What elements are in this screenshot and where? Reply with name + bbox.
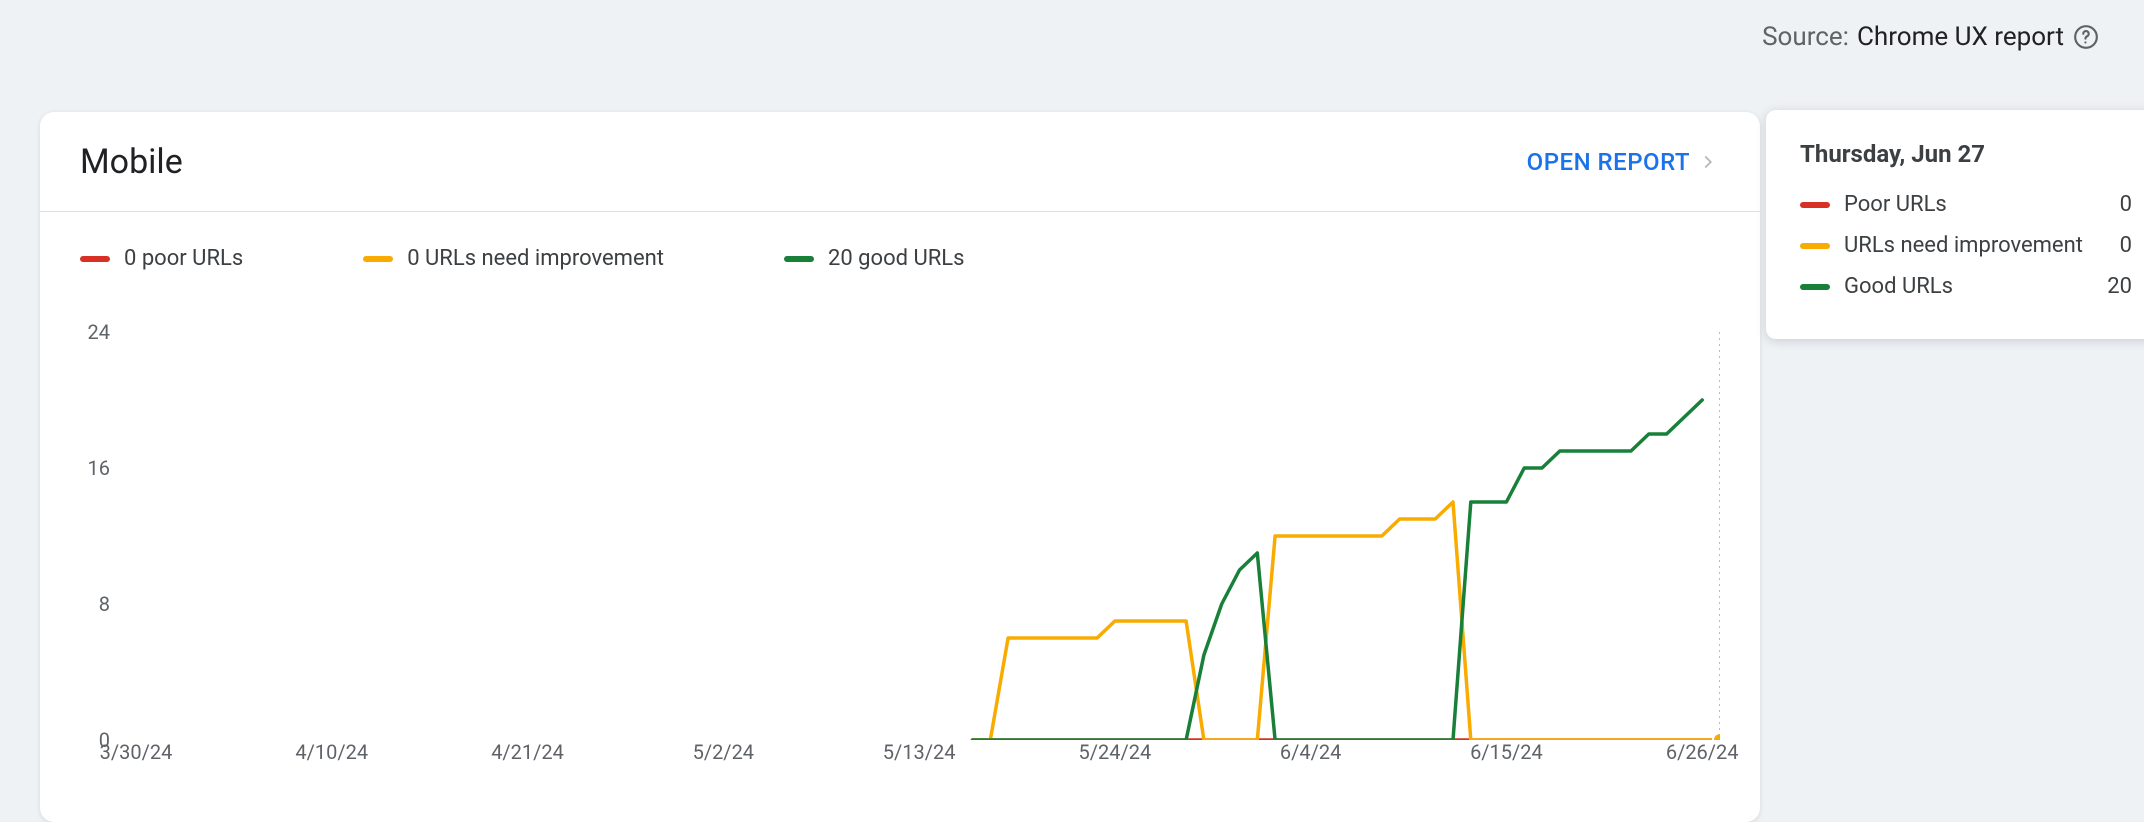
x-tick-label: 6/15/24: [1470, 740, 1543, 764]
tooltip-value-need: 0: [2120, 233, 2132, 258]
legend-label-good: 20 good URLs: [828, 246, 965, 271]
mobile-card: Mobile OPEN REPORT 0 poor URLs 0 URLs ne…: [40, 112, 1760, 822]
tooltip-swatch-good: [1800, 284, 1830, 290]
chart-plot-area[interactable]: 081624 3/30/244/10/244/21/245/2/245/13/2…: [80, 332, 1720, 786]
tooltip-swatch-poor: [1800, 202, 1830, 208]
tooltip-value-good: 20: [2107, 274, 2132, 299]
legend-swatch-poor: [80, 256, 110, 262]
x-axis: 3/30/244/10/244/21/245/2/245/13/245/24/2…: [136, 740, 1720, 786]
tooltip-row-poor: Poor URLs 0: [1800, 192, 2132, 217]
source-label: Source:: [1762, 22, 1849, 52]
tooltip-row-good: Good URLs 20: [1800, 274, 2132, 299]
y-tick-label: 8: [70, 592, 110, 616]
y-tick-label: 16: [70, 456, 110, 480]
open-report-label: OPEN REPORT: [1527, 148, 1690, 176]
legend-swatch-good: [784, 256, 814, 262]
chart-legend: 0 poor URLs 0 URLs need improvement 20 g…: [40, 212, 1760, 271]
chart-svg: [136, 332, 1720, 740]
tooltip-swatch-need: [1800, 243, 1830, 249]
help-icon[interactable]: [2072, 23, 2100, 51]
x-tick-label: 5/24/24: [1079, 740, 1152, 764]
card-title: Mobile: [80, 142, 183, 182]
legend-item-good[interactable]: 20 good URLs: [784, 246, 965, 271]
tooltip-label-good: Good URLs: [1844, 274, 1953, 299]
source-value: Chrome UX report: [1857, 22, 2064, 52]
x-tick-label: 6/4/24: [1280, 740, 1341, 764]
source-line: Source: Chrome UX report: [1762, 22, 2100, 52]
x-tick-label: 5/13/24: [883, 740, 956, 764]
x-tick-label: 6/26/24: [1666, 740, 1739, 764]
legend-swatch-need: [363, 256, 393, 262]
x-tick-label: 5/2/24: [693, 740, 754, 764]
tooltip-title: Thursday, Jun 27: [1800, 140, 2132, 168]
chevron-right-icon: [1696, 150, 1720, 174]
hover-tooltip: Thursday, Jun 27 Poor URLs 0 URLs need i…: [1766, 110, 2144, 339]
legend-item-need[interactable]: 0 URLs need improvement: [363, 246, 664, 271]
open-report-button[interactable]: OPEN REPORT: [1527, 148, 1720, 176]
tooltip-row-need: URLs need improvement 0: [1800, 233, 2132, 258]
x-tick-label: 4/10/24: [295, 740, 368, 764]
tooltip-label-poor: Poor URLs: [1844, 192, 1947, 217]
card-header: Mobile OPEN REPORT: [40, 112, 1760, 212]
x-tick-label: 3/30/24: [100, 740, 173, 764]
y-tick-label: 24: [70, 320, 110, 344]
legend-item-poor[interactable]: 0 poor URLs: [80, 246, 243, 271]
legend-label-poor: 0 poor URLs: [124, 246, 243, 271]
x-tick-label: 4/21/24: [491, 740, 564, 764]
tooltip-value-poor: 0: [2120, 192, 2132, 217]
tooltip-label-need: URLs need improvement: [1844, 233, 2083, 258]
legend-label-need: 0 URLs need improvement: [407, 246, 664, 271]
